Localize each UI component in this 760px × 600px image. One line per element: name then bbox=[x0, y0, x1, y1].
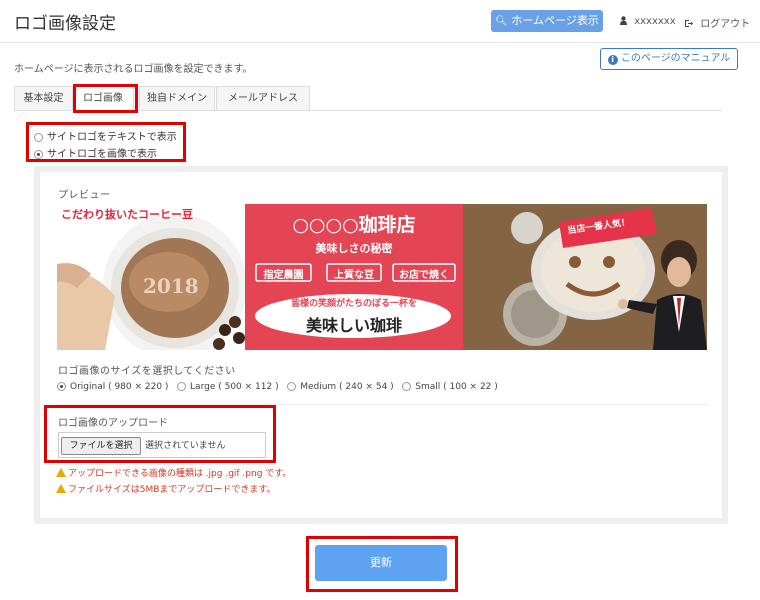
banner-tag-2: 上質な豆 bbox=[334, 270, 374, 281]
size-large-label: Large ( 500 × 112 ) bbox=[190, 382, 279, 392]
homepage-view-label: ホームページ表示 bbox=[511, 14, 599, 27]
highlight-update bbox=[306, 536, 458, 592]
warning-icon bbox=[56, 484, 66, 493]
banner-left-caption: こだわり抜いたコーヒー豆 bbox=[61, 208, 193, 221]
page-description: ホームページに表示されるロゴ画像を設定できます。 bbox=[14, 64, 253, 75]
size-label: ロゴ画像のサイズを選択してください bbox=[58, 366, 236, 377]
user-icon bbox=[620, 16, 627, 25]
logout-label: ログアウト bbox=[700, 19, 751, 30]
size-medium-label: Medium ( 240 × 54 ) bbox=[300, 382, 394, 392]
tab-custom-domain[interactable]: 独自ドメイン bbox=[139, 86, 215, 110]
homepage-view-button[interactable]: 🔍︎ ホームページ表示 bbox=[491, 10, 603, 32]
radio-button[interactable] bbox=[177, 382, 187, 391]
page-title: ロゴ画像設定 bbox=[14, 14, 116, 34]
radio-button[interactable] bbox=[287, 382, 297, 391]
logout-icon bbox=[684, 19, 693, 28]
banner-secret: 美味しさの秘密 bbox=[315, 242, 393, 255]
search-icon: 🔍︎ bbox=[495, 16, 508, 27]
banner-curve-text: 皆様の笑顔がたちのぼる一杯を bbox=[290, 299, 417, 309]
banner-tagline: 美味しい珈琲 bbox=[305, 316, 402, 335]
size-options: Original ( 980 × 220 ) Large ( 500 × 112… bbox=[57, 382, 498, 392]
highlight-upload bbox=[44, 405, 276, 463]
warning-text: ファイルサイズは5MBまでアップロードできます。 bbox=[68, 485, 276, 495]
banner-tag-3: お店で焼く bbox=[399, 270, 449, 281]
info-icon: i bbox=[607, 55, 618, 65]
size-option-original[interactable]: Original ( 980 × 220 ) bbox=[57, 382, 168, 392]
upload-warning-type: アップロードできる画像の種類は .jpg .gif .png です。 bbox=[56, 466, 291, 479]
highlight-logo-mode bbox=[26, 122, 186, 162]
size-small-label: Small ( 100 × 22 ) bbox=[415, 382, 498, 392]
preview-label: プレビュー bbox=[58, 190, 111, 201]
tab-basic-settings[interactable]: 基本設定 bbox=[14, 86, 73, 110]
warning-text: アップロードできる画像の種類は .jpg .gif .png です。 bbox=[68, 469, 292, 479]
manual-label: このページのマニュアル bbox=[620, 53, 731, 64]
manual-button[interactable]: i このページのマニュアル bbox=[600, 48, 738, 70]
radio-button-selected[interactable] bbox=[57, 382, 66, 391]
banner-tag-1: 指定農園 bbox=[263, 270, 304, 281]
tab-email-address[interactable]: メールアドレス bbox=[216, 86, 310, 110]
size-option-small[interactable]: Small ( 100 × 22 ) bbox=[402, 382, 498, 392]
size-original-label: Original ( 980 × 220 ) bbox=[70, 382, 169, 392]
username: xxxxxxx bbox=[634, 16, 676, 27]
banner-shop-name: ○○○○珈琲店 bbox=[292, 214, 416, 236]
logout-link[interactable]: ログアウト bbox=[684, 15, 750, 30]
upload-warning-size: ファイルサイズは5MBまでアップロードできます。 bbox=[56, 482, 276, 495]
banner-cup-year: 2018 bbox=[143, 274, 199, 298]
size-option-large[interactable]: Large ( 500 × 112 ) bbox=[177, 382, 279, 392]
size-option-medium[interactable]: Medium ( 240 × 54 ) bbox=[287, 382, 394, 392]
logo-banner-image: こだわり抜いたコーヒー豆 2018 ○○○○珈琲店 美味しさの秘密 指定農園 上… bbox=[57, 204, 707, 350]
warning-icon bbox=[56, 468, 66, 477]
highlight-logo-tab bbox=[73, 84, 138, 113]
user-menu[interactable]: xxxxxxx bbox=[620, 16, 676, 27]
radio-button[interactable] bbox=[402, 382, 412, 391]
